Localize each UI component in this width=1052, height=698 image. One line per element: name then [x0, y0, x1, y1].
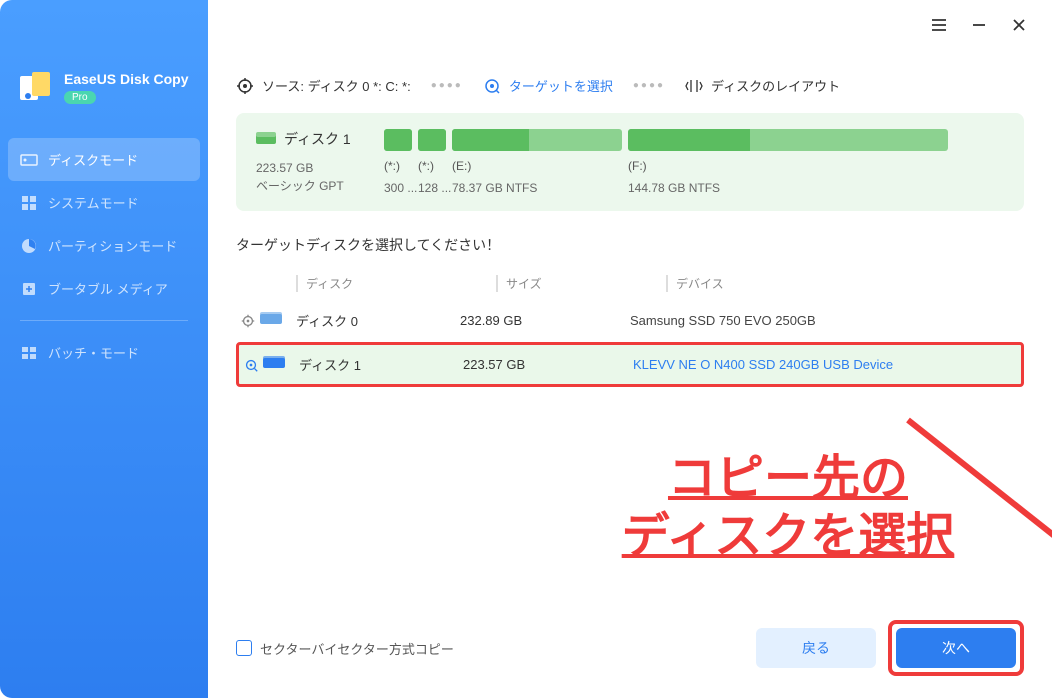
pro-badge: Pro: [64, 91, 96, 104]
table-header: ディスク サイズ デバイス: [236, 267, 1024, 301]
step-layout[interactable]: ディスクのレイアウト: [685, 76, 840, 95]
partition-bar: [452, 129, 622, 151]
source-disk-info: ディスク 1 223.57 GB ベーシック GPT: [256, 129, 366, 195]
partition-bar: [418, 129, 446, 151]
logo-text-block: EaseUS Disk Copy Pro: [64, 71, 189, 106]
close-icon[interactable]: [1010, 16, 1028, 34]
partition[interactable]: (E:) 78.37 GB NTFS: [452, 129, 622, 195]
partition-label: (F:): [628, 159, 948, 173]
row-disk-name: ディスク 0: [296, 311, 358, 330]
th-disk: ディスク: [296, 275, 496, 292]
minimize-icon[interactable]: [970, 16, 988, 34]
partition-size: 144.78 GB NTFS: [628, 181, 948, 195]
titlebar: [906, 0, 1052, 50]
sidebar-item-label: システムモード: [48, 193, 139, 212]
bootable-media-icon: [20, 280, 38, 298]
checkbox-label: セクターバイセクター方式コピー: [260, 639, 454, 658]
target-prompt: ターゲットディスクを選択してください！: [236, 235, 1024, 255]
sidebar-item-bootable-media[interactable]: ブータブル メディア: [0, 267, 208, 310]
sidebar-item-label: バッチ・モード: [48, 343, 139, 362]
sidebar-item-partition-mode[interactable]: パーティションモード: [0, 224, 208, 267]
partition-size: 300 ...: [384, 181, 412, 195]
back-button[interactable]: 戻る: [756, 628, 876, 668]
source-disk-name: ディスク 1: [284, 129, 351, 149]
partition-size: 78.37 GB NTFS: [452, 181, 622, 195]
next-button[interactable]: 次へ: [896, 628, 1016, 668]
partition[interactable]: (F:) 144.78 GB NTFS: [628, 129, 948, 195]
app-window: EaseUS Disk Copy Pro ディスクモード システムモード パーテ…: [0, 0, 1052, 698]
partition-label: (E:): [452, 159, 622, 173]
app-title: EaseUS Disk Copy: [64, 71, 189, 88]
partition-size: 128 ...: [418, 181, 446, 195]
checkbox-icon: [236, 640, 252, 656]
main-content: ソース: ディスク 0 *: C: *: ●●●● ターゲットを選択 ●●●● …: [208, 0, 1052, 698]
step-layout-label: ディスクのレイアウト: [711, 76, 840, 95]
sidebar-item-label: パーティションモード: [48, 236, 177, 255]
disk-mode-icon: [20, 151, 38, 169]
logo-area: EaseUS Disk Copy Pro: [0, 70, 208, 130]
sector-copy-checkbox[interactable]: セクターバイセクター方式コピー: [236, 639, 454, 658]
partition-bar: [628, 129, 948, 151]
source-disk-type: ベーシック GPT: [256, 177, 366, 195]
partition-mode-icon: [20, 237, 38, 255]
row-size: 232.89 GB: [460, 313, 630, 328]
target-icon: [483, 77, 501, 95]
source-disk-card: ディスク 1 223.57 GB ベーシック GPT (*:)300 ...(*…: [236, 113, 1024, 211]
row-disk-cell: ディスク 0: [260, 311, 460, 330]
content-area: ディスク 1 223.57 GB ベーシック GPT (*:)300 ...(*…: [208, 113, 1052, 602]
sidebar-item-disk-mode[interactable]: ディスクモード: [8, 138, 200, 181]
row-disk-cell: ディスク 1: [263, 355, 463, 374]
partition-bars: (*:)300 ...(*:)128 ...(E:)78.37 GB NTFS(…: [384, 129, 1004, 195]
layout-icon: [685, 77, 703, 95]
partition-label: (*:): [384, 159, 412, 173]
sidebar-item-label: ブータブル メディア: [48, 279, 168, 298]
source-icon: [236, 77, 254, 95]
th-device: デバイス: [666, 275, 1024, 292]
sidebar-item-label: ディスクモード: [48, 150, 138, 169]
disk-icon: [260, 311, 284, 330]
target-disk-row[interactable]: ディスク 0 232.89 GB Samsung SSD 750 EVO 250…: [236, 301, 1024, 340]
row-disk-name: ディスク 1: [299, 355, 361, 374]
step-dots: ●●●●: [431, 80, 463, 91]
partition[interactable]: (*:) 300 ...: [384, 129, 412, 195]
row-device: KLEVV NE O N400 SSD 240GB USB Device: [633, 357, 1021, 372]
step-target-label: ターゲットを選択: [509, 76, 613, 95]
step-source-label: ソース: ディスク 0 *: C: *:: [262, 76, 411, 95]
partition-bar: [384, 129, 412, 151]
batch-mode-icon: [20, 344, 38, 362]
step-dots: ●●●●: [633, 80, 665, 91]
step-target[interactable]: ターゲットを選択: [483, 76, 613, 95]
disk-rows: ディスク 0 232.89 GB Samsung SSD 750 EVO 250…: [236, 301, 1024, 387]
disk-icon: [263, 355, 287, 374]
sidebar-item-batch-mode[interactable]: バッチ・モード: [0, 331, 208, 374]
disk-icon: [256, 132, 276, 146]
row-lead-icon: [239, 357, 263, 373]
row-device: Samsung SSD 750 EVO 250GB: [630, 313, 1024, 328]
target-disk-row[interactable]: ディスク 1 223.57 GB KLEVV NE O N400 SSD 240…: [236, 342, 1024, 387]
th-size: サイズ: [496, 275, 666, 292]
step-source[interactable]: ソース: ディスク 0 *: C: *:: [236, 76, 411, 95]
menu-icon[interactable]: [930, 16, 948, 34]
partition-label: (*:): [418, 159, 446, 173]
next-button-highlight: 次へ: [888, 620, 1024, 676]
partition[interactable]: (*:) 128 ...: [418, 129, 446, 195]
footer: セクターバイセクター方式コピー 戻る 次へ: [208, 602, 1052, 698]
sidebar-nav: ディスクモード システムモード パーティションモード ブータブル メディア バッ…: [0, 138, 208, 374]
row-size: 223.57 GB: [463, 357, 633, 372]
system-mode-icon: [20, 194, 38, 212]
sidebar: EaseUS Disk Copy Pro ディスクモード システムモード パーテ…: [0, 0, 208, 698]
row-lead-icon: [236, 313, 260, 329]
app-logo-icon: [18, 70, 54, 106]
sidebar-divider: [20, 320, 188, 321]
source-disk-size: 223.57 GB: [256, 159, 366, 177]
sidebar-item-system-mode[interactable]: システムモード: [0, 181, 208, 224]
